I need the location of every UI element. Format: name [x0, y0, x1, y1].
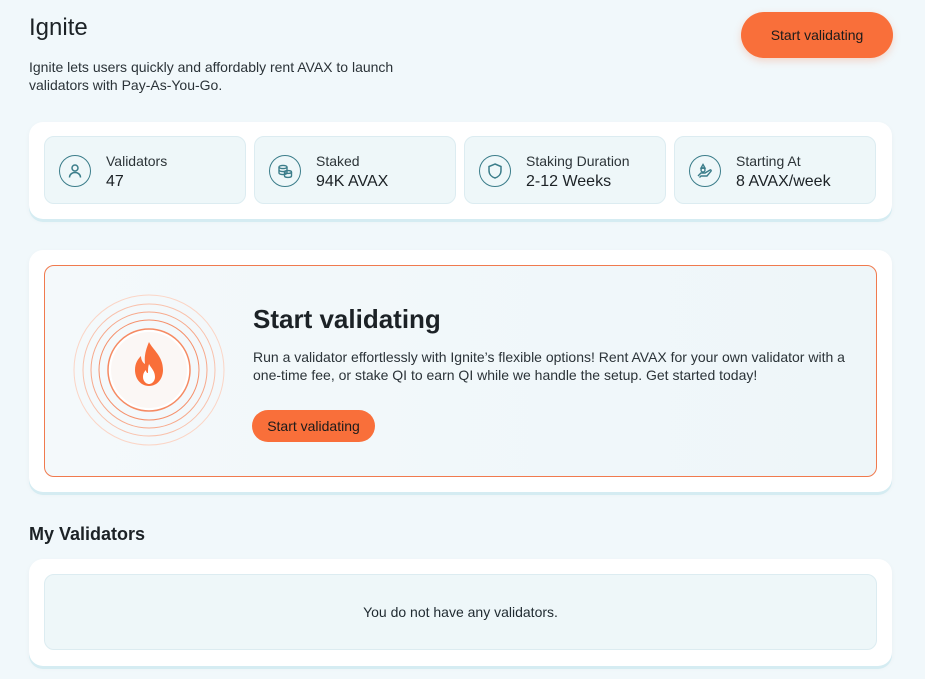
my-validators-title: My Validators	[29, 524, 146, 544]
stat-staking-duration: Staking Duration 2-12 Weeks	[464, 136, 666, 204]
stat-validators: Validators 47	[44, 136, 246, 204]
stat-label: Staking Duration	[526, 153, 630, 169]
start-validating-button[interactable]: Start validating	[741, 12, 893, 58]
promo-card: Start validating Run a validator effortl…	[29, 250, 892, 492]
my-validators-card: You do not have any validators.	[29, 559, 892, 666]
promo-text: Run a validator effortlessly with Ignite…	[253, 349, 845, 383]
stat-label: Staked	[316, 153, 360, 169]
stat-staked: Staked 94K AVAX	[254, 136, 456, 204]
stat-value: 47	[106, 173, 124, 190]
flame-emblem	[73, 294, 225, 446]
hand-coin-icon	[689, 155, 721, 187]
stat-starting-at: Starting At 8 AVAX/week	[674, 136, 876, 204]
stat-label: Starting At	[736, 153, 801, 169]
stat-value: 8 AVAX/week	[736, 173, 831, 190]
coins-icon	[269, 155, 301, 187]
stat-value: 2-12 Weeks	[526, 173, 612, 190]
promo-banner: Start validating Run a validator effortl…	[44, 265, 877, 477]
user-icon	[59, 155, 91, 187]
stat-value: 94K AVAX	[316, 173, 389, 190]
page-description: Ignite lets users quickly and affordably…	[29, 59, 394, 93]
page-title: Ignite	[29, 14, 88, 41]
empty-state: You do not have any validators.	[44, 574, 877, 650]
stat-label: Validators	[106, 153, 168, 169]
promo-title: Start validating	[253, 304, 441, 334]
promo-start-validating-button[interactable]: Start validating	[252, 410, 375, 442]
shield-icon	[479, 155, 511, 187]
stats-card: Validators 47 Staked 94K AVAX Staking Du…	[29, 122, 892, 219]
